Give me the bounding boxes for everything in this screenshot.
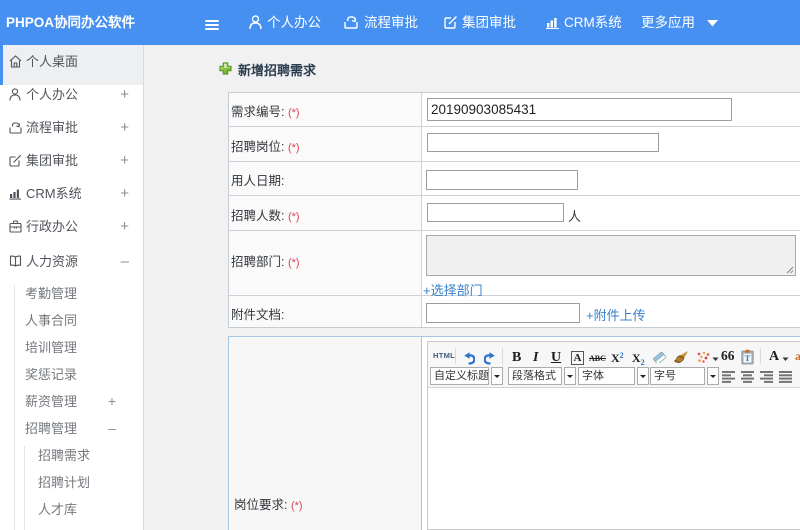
svg-text:T: T — [745, 353, 751, 363]
